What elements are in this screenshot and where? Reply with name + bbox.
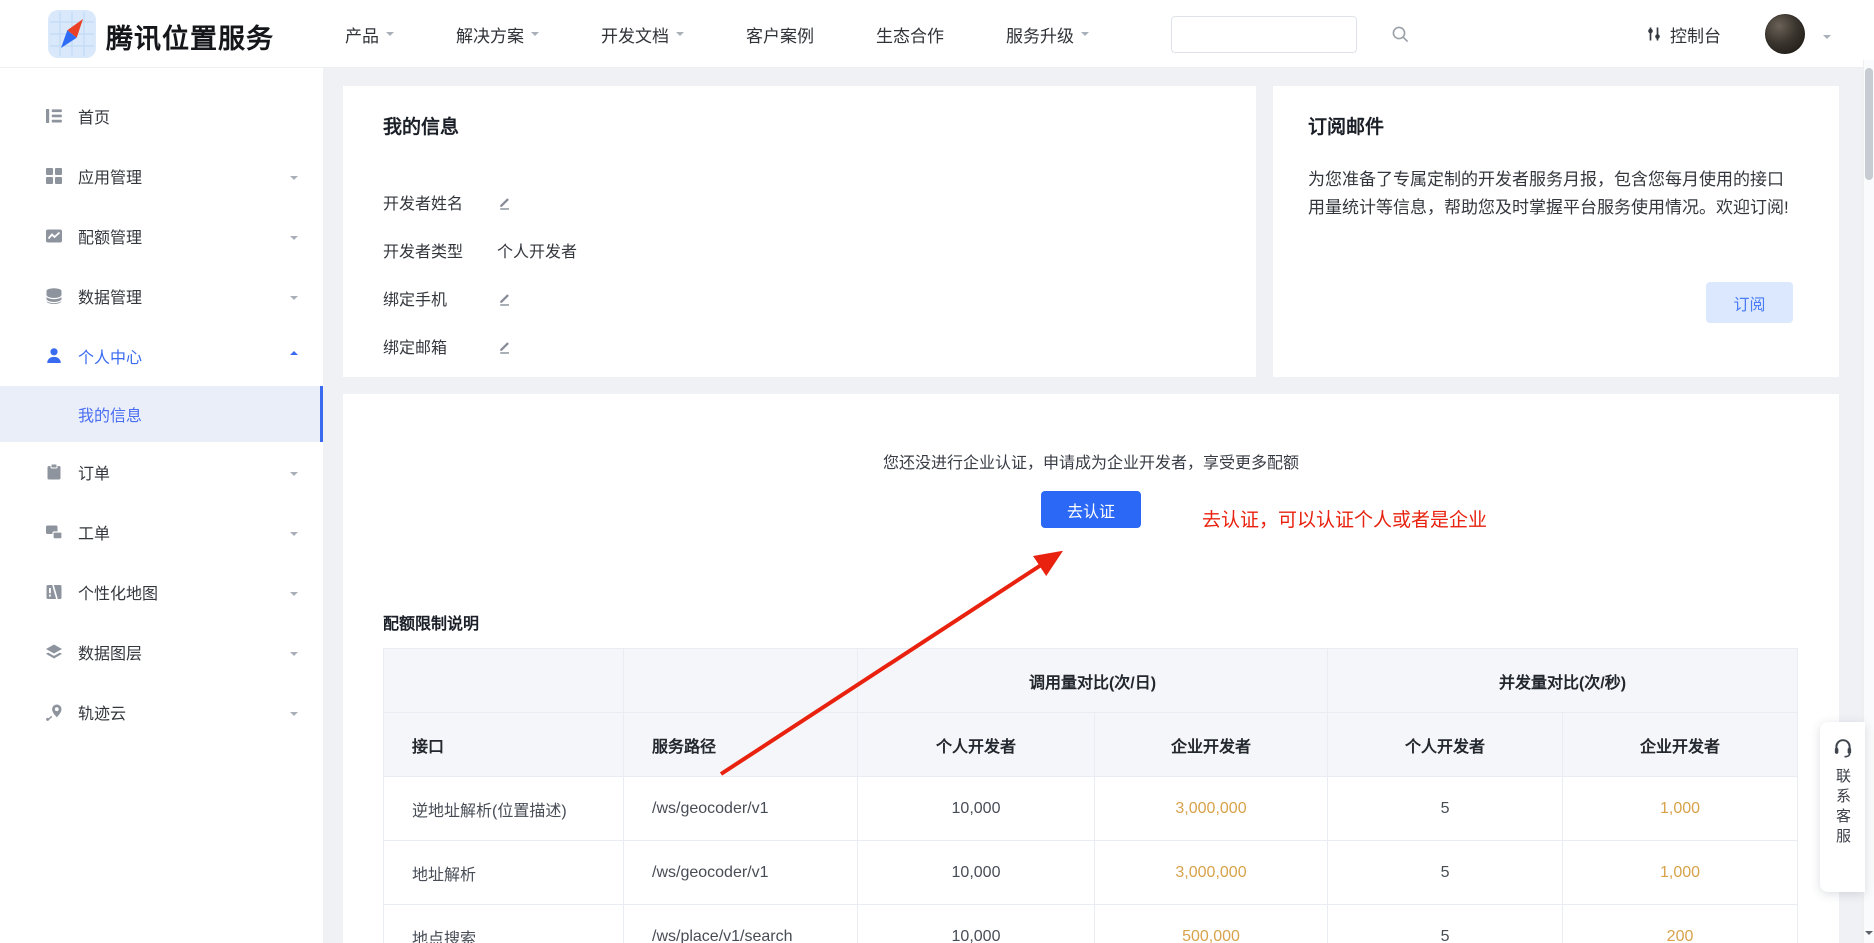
console-link[interactable]: 控制台 (1645, 0, 1721, 68)
location-pin-icon (45, 703, 63, 721)
table-row: 地址解析 /ws/geocoder/v1 10,000 3,000,000 5 … (384, 841, 1798, 905)
my-info-title: 我的信息 (383, 112, 459, 139)
col-header-enterprise: 企业开发者 (1095, 713, 1328, 777)
empty-header-cell (384, 649, 624, 713)
sidebar: 首页 应用管理 配额管理 数据管理 个人中心 (0, 68, 323, 943)
home-list-icon (45, 107, 63, 125)
chevron-down-icon (290, 472, 298, 480)
group-header-call-volume: 调用量对比(次/日) (858, 649, 1328, 713)
table-row: 逆地址解析(位置描述) /ws/geocoder/v1 10,000 3,000… (384, 777, 1798, 841)
info-row-bind-phone: 绑定手机 (383, 274, 577, 322)
quota-section-title: 配额限制说明 (383, 610, 479, 634)
sidebar-item-track-cloud[interactable]: 轨迹云 (0, 682, 323, 742)
avatar-chevron-down-icon[interactable] (1823, 35, 1831, 43)
chevron-down-icon (386, 32, 394, 40)
edit-email-icon[interactable] (497, 339, 512, 354)
sidebar-item-personal-center[interactable]: 个人中心 (0, 326, 323, 386)
edit-developer-name-icon[interactable] (497, 195, 512, 210)
edit-phone-icon[interactable] (497, 291, 512, 306)
brand-title[interactable]: 腾讯位置服务 (106, 17, 274, 56)
col-header-api: 接口 (384, 713, 624, 777)
sidebar-subitem-my-info[interactable]: 我的信息 (0, 386, 323, 442)
grid-icon (45, 167, 63, 185)
sidebar-item-custom-map[interactable]: 个性化地图 (0, 562, 323, 622)
verify-notice: 您还没进行企业认证，申请成为企业开发者，享受更多配额 (343, 449, 1839, 473)
brand-compass-logo-icon[interactable] (48, 10, 96, 58)
info-row-developer-name: 开发者姓名 (383, 178, 577, 226)
search-input[interactable] (1172, 18, 1391, 51)
info-row-developer-type: 开发者类型 个人开发者 (383, 226, 577, 274)
sliders-icon (1645, 25, 1663, 43)
chevron-down-icon (531, 32, 539, 40)
nav-item-upgrade[interactable]: 服务升级 (1006, 22, 1089, 47)
subscribe-description: 为您准备了专属定制的开发者服务月报，包含您每月使用的接口用量统计等信息，帮助您及… (1308, 166, 1800, 222)
clipboard-icon (45, 463, 63, 481)
info-row-bind-email: 绑定邮箱 (383, 322, 577, 370)
chevron-down-icon (290, 712, 298, 720)
sidebar-item-orders[interactable]: 订单 (0, 442, 323, 502)
nav-item-docs[interactable]: 开发文档 (601, 22, 684, 47)
scrollbar-thumb[interactable] (1865, 68, 1873, 180)
col-header-path: 服务路径 (624, 713, 858, 777)
nav-item-solutions[interactable]: 解决方案 (456, 22, 539, 47)
group-header-concurrency: 并发量对比(次/秒) (1328, 649, 1798, 713)
top-navbar: 腾讯位置服务 产品 解决方案 开发文档 客户案例 生态合作 服务升级 控制台 (0, 0, 1874, 68)
empty-header-cell (624, 649, 858, 713)
chevron-down-icon (290, 652, 298, 660)
database-icon (45, 287, 63, 305)
search-icon[interactable] (1391, 25, 1410, 44)
map-icon (45, 583, 63, 601)
chevron-down-icon (290, 176, 298, 184)
sidebar-item-quota-management[interactable]: 配额管理 (0, 206, 323, 266)
subscribe-button[interactable]: 订阅 (1706, 282, 1793, 323)
red-annotation-text: 去认证，可以认证个人或者是企业 (1202, 505, 1487, 532)
sidebar-item-app-management[interactable]: 应用管理 (0, 146, 323, 206)
person-icon (45, 347, 63, 365)
layers-icon (45, 643, 63, 661)
sidebar-item-tickets[interactable]: 工单 (0, 502, 323, 562)
col-header-enterprise: 企业开发者 (1563, 713, 1798, 777)
chevron-down-icon (676, 32, 684, 40)
chevron-down-icon (290, 296, 298, 304)
quota-group-header-row: 调用量对比(次/日) 并发量对比(次/秒) (384, 649, 1798, 713)
my-info-card: 我的信息 开发者姓名 开发者类型 个人开发者 绑定手机 绑定邮箱 (343, 86, 1256, 377)
quota-column-header-row: 接口 服务路径 个人开发者 企业开发者 个人开发者 企业开发者 (384, 713, 1798, 777)
contact-support-label: 联系客服 (1832, 768, 1853, 848)
subscribe-title: 订阅邮件 (1308, 112, 1384, 139)
sidebar-item-data-management[interactable]: 数据管理 (0, 266, 323, 326)
contact-support-widget[interactable]: 联系客服 (1820, 722, 1865, 892)
user-avatar[interactable] (1765, 14, 1805, 54)
nav-item-cases[interactable]: 客户案例 (746, 22, 814, 47)
table-row: 地点搜索 /ws/place/v1/search 10,000 500,000 … (384, 905, 1798, 943)
chevron-down-icon (290, 532, 298, 540)
chevron-down-icon (290, 236, 298, 244)
chat-bubbles-icon (45, 523, 63, 541)
go-verify-button[interactable]: 去认证 (1041, 491, 1141, 528)
col-header-personal: 个人开发者 (858, 713, 1095, 777)
scrollbar-down-arrow-icon[interactable] (1865, 931, 1873, 939)
nav-item-ecosystem[interactable]: 生态合作 (876, 22, 944, 47)
quota-card: 您还没进行企业认证，申请成为企业开发者，享受更多配额 去认证 去认证，可以认证个… (343, 394, 1839, 943)
main-nav: 产品 解决方案 开发文档 客户案例 生态合作 服务升级 (345, 0, 1089, 68)
nav-item-products[interactable]: 产品 (345, 22, 394, 47)
quota-table: 调用量对比(次/日) 并发量对比(次/秒) 接口 服务路径 个人开发者 企业开发… (383, 648, 1798, 943)
page: 腾讯位置服务 产品 解决方案 开发文档 客户案例 生态合作 服务升级 控制台 (0, 0, 1874, 943)
col-header-personal: 个人开发者 (1328, 713, 1563, 777)
developer-type-value: 个人开发者 (497, 238, 577, 262)
chevron-down-icon (290, 592, 298, 600)
chevron-up-icon (290, 347, 298, 355)
headset-icon (1832, 736, 1854, 758)
subscribe-card: 订阅邮件 为您准备了专属定制的开发者服务月报，包含您每月使用的接口用量统计等信息… (1273, 86, 1839, 377)
chart-icon (45, 227, 63, 245)
sidebar-item-data-layers[interactable]: 数据图层 (0, 622, 323, 682)
sidebar-item-home[interactable]: 首页 (0, 86, 323, 146)
search-box (1171, 16, 1357, 53)
chevron-down-icon (1081, 32, 1089, 40)
